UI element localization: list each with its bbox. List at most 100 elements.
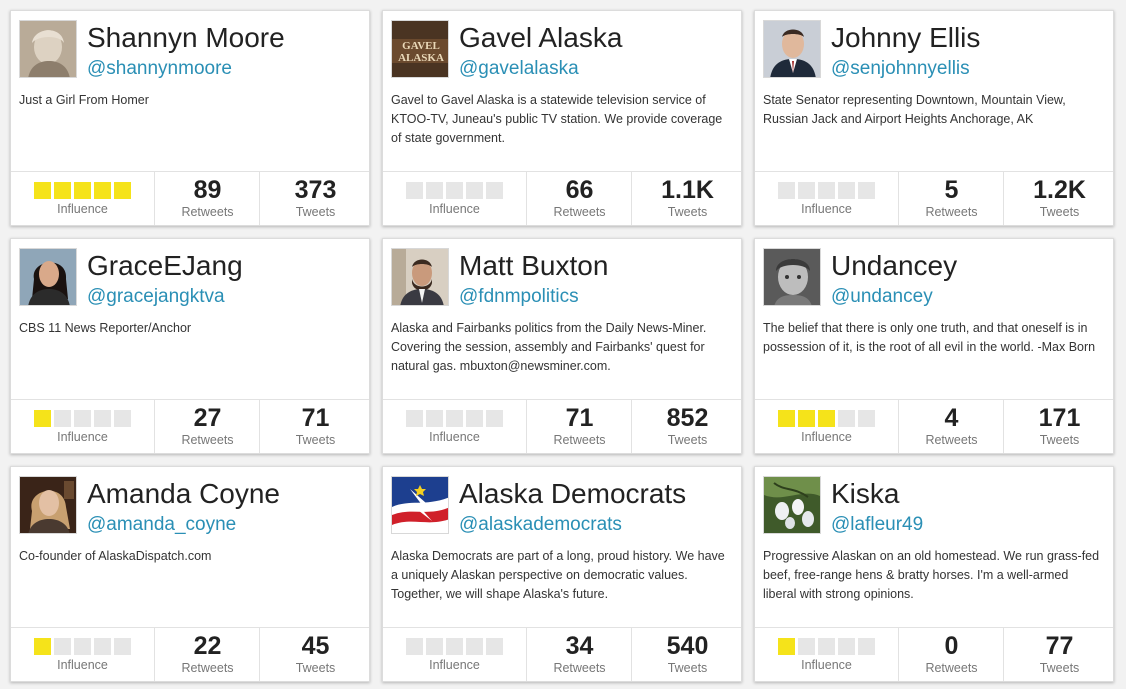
influence-segment-empty <box>858 638 875 655</box>
tweets-stat: 373 Tweets <box>259 172 371 225</box>
profile-handle[interactable]: @alaskademocrats <box>459 513 622 537</box>
profile-name[interactable]: Shannyn Moore <box>87 21 285 55</box>
tweets-count: 45 <box>301 632 330 660</box>
profile-handle[interactable]: @gracejangktva <box>87 285 225 309</box>
tweets-count: 1.1K <box>661 176 714 204</box>
profile-handle[interactable]: @lafleur49 <box>831 513 923 537</box>
profile-card[interactable]: Johnny Ellis @senjohnnyellis State Senat… <box>754 10 1114 226</box>
influence-segment-empty <box>426 182 443 199</box>
stats-bar: Influence 5 Retweets 1.2K Tweets <box>755 171 1113 225</box>
avatar[interactable] <box>391 476 449 534</box>
retweets-label: Retweets <box>181 433 234 447</box>
influence-label: Influence <box>801 202 852 216</box>
profile-bio: Progressive Alaskan on an old homestead.… <box>763 549 1100 601</box>
influence-segment-empty <box>94 410 111 427</box>
influence-segment-empty <box>446 182 463 199</box>
profile-handle[interactable]: @fdnmpolitics <box>459 285 579 309</box>
profile-name[interactable]: Johnny Ellis <box>831 21 980 55</box>
profile-name[interactable]: Gavel Alaska <box>459 21 622 55</box>
influence-segment-filled <box>114 182 131 199</box>
profile-name[interactable]: Undancey <box>831 249 957 283</box>
profile-card[interactable]: Shannyn Moore @shannynmoore Just a Girl … <box>10 10 370 226</box>
influence-segment-empty <box>838 410 855 427</box>
influence-segment-empty <box>466 410 483 427</box>
tweets-count: 852 <box>666 404 709 432</box>
profile-handle[interactable]: @gavelalaska <box>459 57 579 81</box>
influence-stat: Influence <box>755 172 898 225</box>
profile-handle[interactable]: @undancey <box>831 285 933 309</box>
influence-segment-empty <box>406 410 423 427</box>
retweets-label: Retweets <box>925 205 978 219</box>
influence-segment-empty <box>466 182 483 199</box>
retweets-count: 5 <box>944 176 959 204</box>
avatar[interactable] <box>763 248 821 306</box>
tweets-label: Tweets <box>667 661 708 675</box>
influence-segment-empty <box>74 638 91 655</box>
retweets-label: Retweets <box>925 661 978 675</box>
tweets-stat: 852 Tweets <box>631 400 743 453</box>
avatar[interactable] <box>19 476 77 534</box>
influence-segment-filled <box>54 182 71 199</box>
influence-label: Influence <box>801 430 852 444</box>
influence-segment-filled <box>34 410 51 427</box>
stats-bar: Influence 0 Retweets 77 Tweets <box>755 627 1113 681</box>
profile-handle[interactable]: @shannynmoore <box>87 57 232 81</box>
retweets-count: 27 <box>193 404 222 432</box>
influence-meter <box>11 410 154 428</box>
influence-segment-empty <box>74 410 91 427</box>
retweets-label: Retweets <box>925 433 978 447</box>
profile-card[interactable]: GAVEL ALASKA Gavel Alaska @gavelalaska Ga… <box>382 10 742 226</box>
retweets-count: 66 <box>565 176 594 204</box>
profile-card[interactable]: Kiska @lafleur49 Progressive Alaskan on … <box>754 466 1114 682</box>
influence-stat: Influence <box>755 628 898 681</box>
tweets-count: 540 <box>666 632 709 660</box>
profile-handle[interactable]: @amanda_coyne <box>87 513 236 537</box>
retweets-count: 71 <box>565 404 594 432</box>
avatar[interactable] <box>763 20 821 78</box>
profile-card[interactable]: Undancey @undancey The belief that there… <box>754 238 1114 454</box>
profile-name[interactable]: Alaska Democrats <box>459 477 686 511</box>
influence-segment-empty <box>426 638 443 655</box>
profile-card[interactable]: Alaska Democrats @alaskademocrats Alaska… <box>382 466 742 682</box>
profile-name[interactable]: Amanda Coyne <box>87 477 280 511</box>
stats-bar: Influence 71 Retweets 852 Tweets <box>383 399 741 453</box>
avatar[interactable]: GAVEL ALASKA <box>391 20 449 78</box>
retweets-label: Retweets <box>553 205 606 219</box>
avatar[interactable] <box>391 248 449 306</box>
retweets-stat: 89 Retweets <box>154 172 260 225</box>
profile-handle[interactable]: @senjohnnyellis <box>831 57 970 81</box>
influence-segment-filled <box>798 410 815 427</box>
profile-card[interactable]: GraceEJang @gracejangktva CBS 11 News Re… <box>10 238 370 454</box>
profile-name[interactable]: Kiska <box>831 477 899 511</box>
avatar[interactable] <box>763 476 821 534</box>
tweets-stat: 1.1K Tweets <box>631 172 743 225</box>
retweets-label: Retweets <box>181 205 234 219</box>
profile-name[interactable]: GraceEJang <box>87 249 243 283</box>
influence-segment-empty <box>406 182 423 199</box>
tweets-stat: 45 Tweets <box>259 628 371 681</box>
influence-meter <box>755 638 898 656</box>
influence-segment-empty <box>114 410 131 427</box>
profile-card[interactable]: Matt Buxton @fdnmpolitics Alaska and Fai… <box>382 238 742 454</box>
tweets-stat: 71 Tweets <box>259 400 371 453</box>
profile-bio: Alaska Democrats are part of a long, pro… <box>391 549 725 601</box>
influence-meter <box>755 410 898 428</box>
profile-card[interactable]: Amanda Coyne @amanda_coyne Co-founder of… <box>10 466 370 682</box>
retweets-count: 4 <box>944 404 959 432</box>
influence-meter <box>383 182 526 200</box>
retweets-count: 34 <box>565 632 594 660</box>
profile-name[interactable]: Matt Buxton <box>459 249 608 283</box>
influence-stat: Influence <box>11 628 154 681</box>
influence-segment-empty <box>426 410 443 427</box>
avatar[interactable] <box>19 248 77 306</box>
influence-segment-empty <box>778 182 795 199</box>
influence-segment-filled <box>818 410 835 427</box>
retweets-stat: 22 Retweets <box>154 628 260 681</box>
profile-bio: Just a Girl From Homer <box>19 93 149 107</box>
influence-segment-empty <box>858 410 875 427</box>
stats-bar: Influence 89 Retweets 373 Tweets <box>11 171 369 225</box>
avatar[interactable] <box>19 20 77 78</box>
stats-bar: Influence 4 Retweets 171 Tweets <box>755 399 1113 453</box>
influence-label: Influence <box>429 202 480 216</box>
tweets-label: Tweets <box>1039 661 1080 675</box>
